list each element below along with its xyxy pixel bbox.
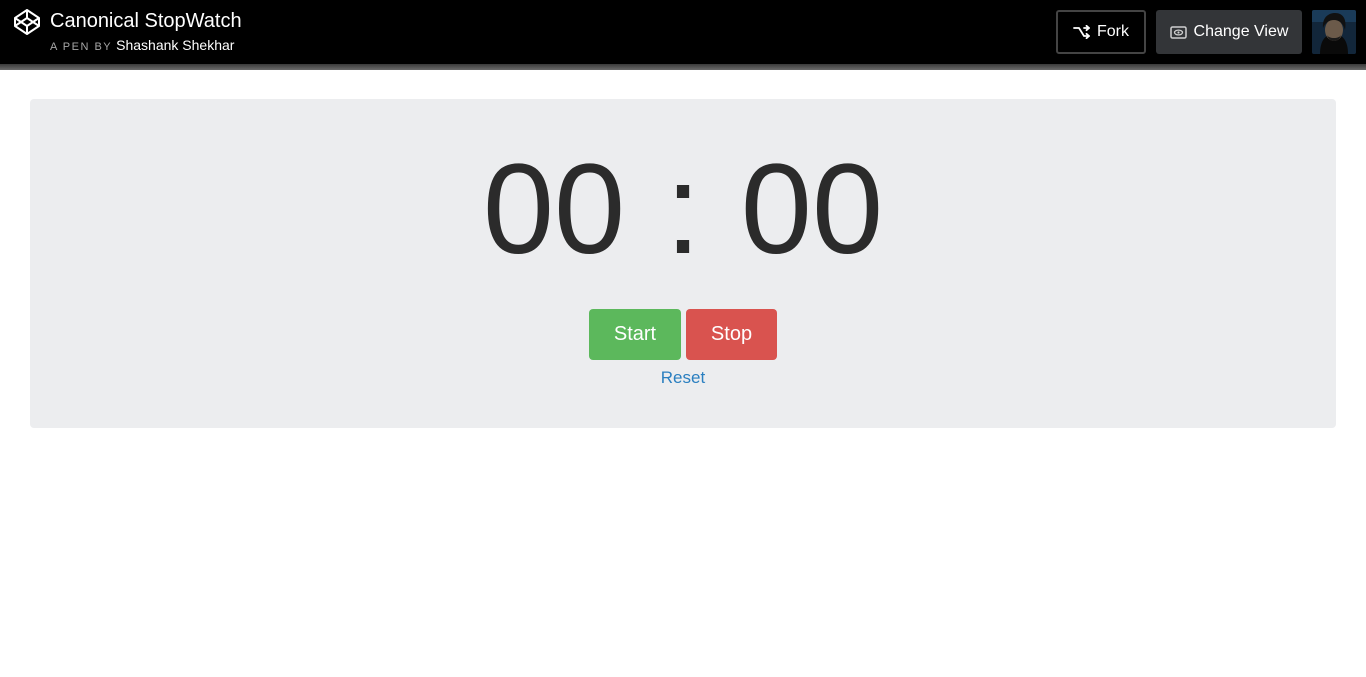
stop-button[interactable]: Stop [686,309,777,360]
change-view-button[interactable]: Change View [1156,10,1302,54]
fork-button[interactable]: Fork [1056,10,1146,54]
by-label: A PEN BY [50,41,113,53]
eye-icon [1169,25,1187,39]
top-bar: Canonical StopWatch A PEN BY Shashank She… [0,0,1366,64]
author-link[interactable]: Shashank Shekhar [116,37,234,53]
header-divider [0,64,1366,70]
fork-icon [1073,25,1090,39]
user-avatar[interactable] [1312,10,1356,54]
seconds-display: 00 [740,138,884,281]
reset-link-text[interactable]: Reset [661,368,705,387]
pen-title: Canonical StopWatch [50,10,242,32]
pen-author: A PEN BY Shashank Shekhar [50,37,234,55]
time-separator: : [665,138,701,281]
avatar-image [1312,10,1356,54]
fork-label: Fork [1097,23,1129,40]
minutes-display: 00 [482,138,626,281]
codepen-logo-icon[interactable] [13,8,41,36]
reset-link: Reset [0,368,1366,388]
start-button[interactable]: Start [589,309,681,360]
change-view-label: Change View [1193,23,1289,40]
timer-display: 00 : 00 [0,138,1366,281]
